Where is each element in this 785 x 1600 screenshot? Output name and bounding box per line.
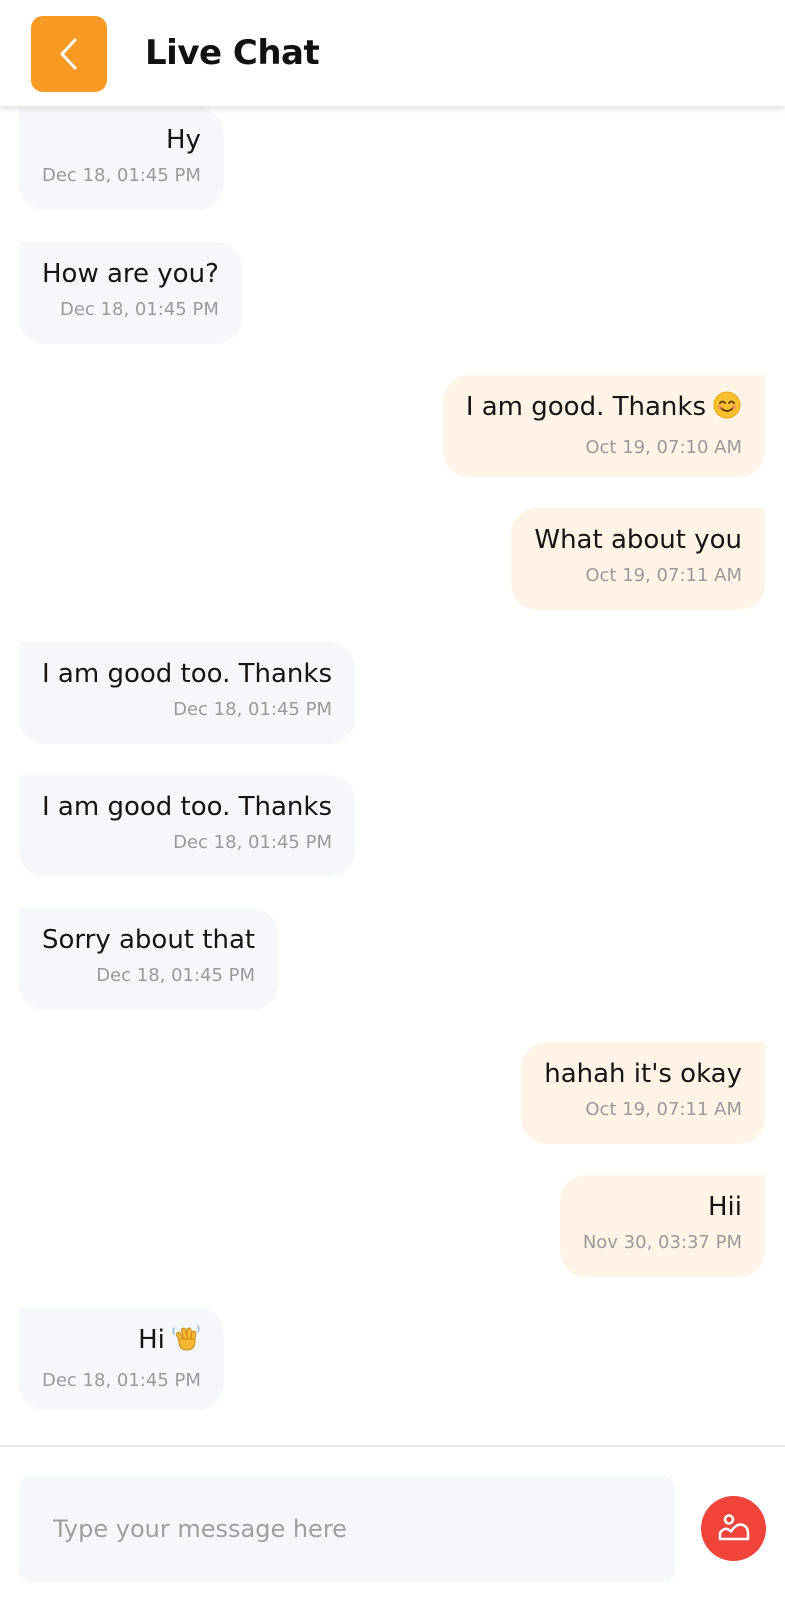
message-text: Hi — [138, 1325, 165, 1355]
waving-hand-emoji-icon — [171, 1323, 201, 1363]
message-text: Hii — [708, 1192, 742, 1222]
message-timestamp: Nov 30, 03:37 PM — [582, 1232, 742, 1253]
message-text: I am good. Thanks — [465, 392, 706, 422]
message-timestamp: Oct 19, 07:10 AM — [585, 437, 742, 458]
message-bubble-received[interactable]: I am good too. Thanks Dec 18, 01:45 PM — [19, 775, 355, 877]
message-timestamp: Dec 18, 01:45 PM — [42, 165, 201, 186]
message-timestamp: Dec 18, 01:45 PM — [59, 299, 219, 320]
message-list[interactable]: Hy Dec 18, 01:45 PM How are you? Dec 18,… — [0, 0, 785, 1445]
chevron-left-icon — [58, 37, 80, 71]
message-timestamp: Dec 18, 01:45 PM — [173, 832, 332, 853]
message-text: I am good too. Thanks — [42, 792, 332, 822]
message-bubble-sent[interactable]: Hii Nov 30, 03:37 PM — [559, 1175, 765, 1277]
chat-header: Live Chat — [0, 0, 785, 106]
message-text-line: Hi — [42, 1322, 201, 1363]
message-bubble-sent[interactable]: hahah it's okay Oct 19, 07:11 AM — [521, 1042, 765, 1144]
message-bubble-received[interactable]: I am good too. Thanks Dec 18, 01:45 PM — [19, 642, 355, 744]
message-bubble-received[interactable]: How are you? Dec 18, 01:45 PM — [19, 242, 242, 344]
message-text: What about you — [534, 525, 742, 555]
attach-image-button[interactable] — [701, 1496, 766, 1561]
message-timestamp: Oct 19, 07:11 AM — [585, 565, 742, 586]
message-bubble-received[interactable]: Hi Dec 18, 01:45 PM — [19, 1308, 224, 1410]
message-composer — [0, 1445, 785, 1600]
message-text-line: I am good. Thanks — [466, 389, 742, 430]
message-bubble-sent[interactable]: What about you Oct 19, 07:11 AM — [511, 508, 765, 610]
message-text: Sorry about that — [42, 925, 256, 955]
message-input[interactable] — [19, 1476, 675, 1582]
message-bubble-received[interactable]: Hy Dec 18, 01:45 PM — [19, 108, 224, 210]
message-timestamp: Dec 18, 01:45 PM — [42, 1370, 201, 1391]
message-text: I am good too. Thanks — [42, 659, 332, 689]
message-text: Hy — [165, 125, 201, 155]
message-timestamp: Oct 19, 07:11 AM — [585, 1099, 742, 1120]
image-icon — [717, 1512, 751, 1546]
message-text: hahah it's okay — [544, 1059, 742, 1089]
message-bubble-received[interactable]: Sorry about that Dec 18, 01:45 PM — [19, 908, 279, 1010]
message-text: How are you? — [42, 259, 219, 289]
page-title: Live Chat — [145, 33, 320, 73]
message-bubble-sent[interactable]: I am good. Thanks Oct 19, 07:10 AM — [442, 375, 765, 477]
smiling-face-emoji-icon — [712, 390, 742, 430]
message-timestamp: Dec 18, 01:45 PM — [173, 699, 332, 720]
message-timestamp: Dec 18, 01:45 PM — [96, 965, 256, 986]
back-button[interactable] — [31, 16, 107, 92]
